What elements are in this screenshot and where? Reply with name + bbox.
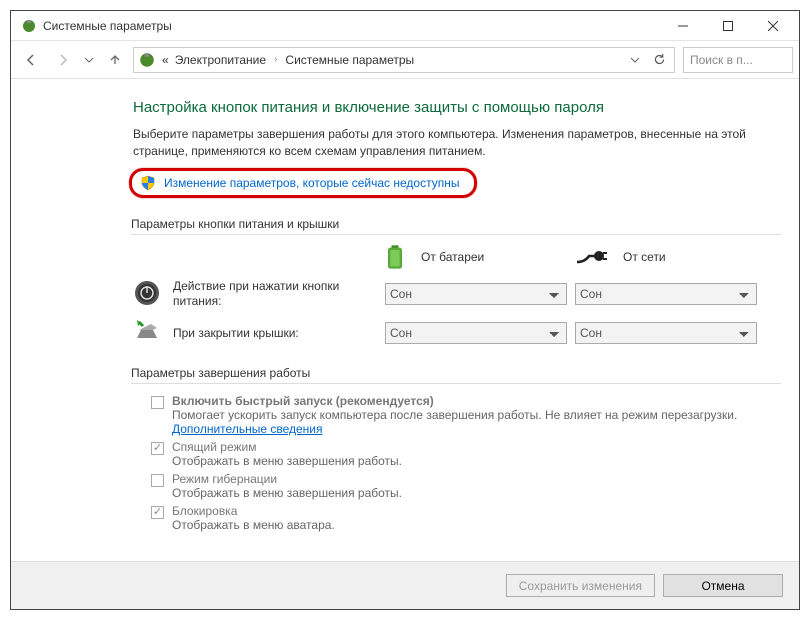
lid-icon [133, 318, 173, 349]
checkbox[interactable] [151, 474, 164, 487]
shutdown-option: Спящий режимОтображать в меню завершения… [151, 440, 781, 468]
forward-button[interactable] [49, 46, 77, 74]
maximize-button[interactable] [705, 11, 750, 40]
shield-icon [140, 175, 156, 191]
refresh-button[interactable] [648, 49, 670, 71]
footer: Сохранить изменения Отмена [11, 561, 799, 609]
plug-icon [575, 248, 607, 266]
option-title: Включить быстрый запуск (рекомендуется) [172, 394, 781, 408]
window-frame: Системные параметры « Электропитание › С… [10, 10, 800, 610]
location-icon [138, 51, 156, 69]
uac-callout[interactable]: Изменение параметров, которые сейчас нед… [129, 168, 477, 198]
checkbox[interactable] [151, 442, 164, 455]
battery-icon [385, 243, 405, 271]
more-info-link[interactable]: Дополнительные сведения [172, 422, 322, 436]
checkbox[interactable] [151, 506, 164, 519]
shutdown-option: БлокировкаОтображать в меню аватара. [151, 504, 781, 532]
option-desc: Отображать в меню завершения работы. [172, 454, 402, 468]
address-bar[interactable]: « Электропитание › Системные параметры [133, 47, 675, 73]
address-dropdown[interactable] [624, 49, 646, 71]
col-ac: От сети [575, 248, 765, 266]
breadcrumb-lvl2[interactable]: Системные параметры [285, 53, 414, 67]
recent-dropdown[interactable] [81, 46, 97, 74]
breadcrumb-prefix: « [162, 53, 169, 67]
option-desc: Помогает ускорить запуск компьютера посл… [172, 408, 781, 436]
breadcrumb-lvl1[interactable]: Электропитание [175, 53, 266, 67]
option-title: Спящий режим [172, 440, 402, 454]
option-desc: Отображать в меню завершения работы. [172, 486, 402, 500]
minimize-button[interactable] [660, 11, 705, 40]
save-button[interactable]: Сохранить изменения [506, 574, 655, 597]
shutdown-option: Режим гибернацииОтображать в меню заверш… [151, 472, 781, 500]
power-table: От батареи От сети Действие при нажатии … [133, 243, 781, 349]
power-button-icon [133, 279, 173, 310]
lid-battery-select[interactable]: Сон [385, 322, 567, 344]
titlebar: Системные параметры [11, 11, 799, 41]
cancel-button[interactable]: Отмена [663, 574, 783, 597]
page-intro: Выберите параметры завершения работы для… [133, 126, 781, 160]
power-button-ac-select[interactable]: Сон [575, 283, 757, 305]
chevron-right-icon: › [272, 54, 279, 65]
app-icon [21, 18, 37, 34]
section-power-buttons: Параметры кнопки питания и крышки [131, 214, 781, 235]
back-button[interactable] [17, 46, 45, 74]
lid-ac-select[interactable]: Сон [575, 322, 757, 344]
navbar: « Электропитание › Системные параметры П… [11, 41, 799, 79]
content-pane: Настройка кнопок питания и включение защ… [11, 79, 799, 561]
row-power-button-label: Действие при нажатии кнопки питания: [173, 279, 385, 309]
option-desc: Отображать в меню аватара. [172, 518, 335, 532]
page-heading: Настройка кнопок питания и включение защ… [133, 99, 781, 116]
col-battery: От батареи [385, 243, 575, 271]
shutdown-option: Включить быстрый запуск (рекомендуется)П… [151, 394, 781, 436]
search-input[interactable]: Поиск в п... [683, 47, 793, 73]
checkbox[interactable] [151, 396, 164, 409]
change-unavailable-link[interactable]: Изменение параметров, которые сейчас нед… [164, 176, 460, 190]
power-button-battery-select[interactable]: Сон [385, 283, 567, 305]
option-title: Режим гибернации [172, 472, 402, 486]
row-lid-label: При закрытии крышки: [173, 326, 385, 341]
window-title: Системные параметры [43, 19, 660, 33]
search-placeholder: Поиск в п... [690, 53, 753, 67]
shutdown-options: Включить быстрый запуск (рекомендуется)П… [133, 394, 781, 532]
up-button[interactable] [101, 46, 129, 74]
close-button[interactable] [750, 11, 795, 40]
section-shutdown: Параметры завершения работы [131, 363, 781, 384]
option-title: Блокировка [172, 504, 335, 518]
